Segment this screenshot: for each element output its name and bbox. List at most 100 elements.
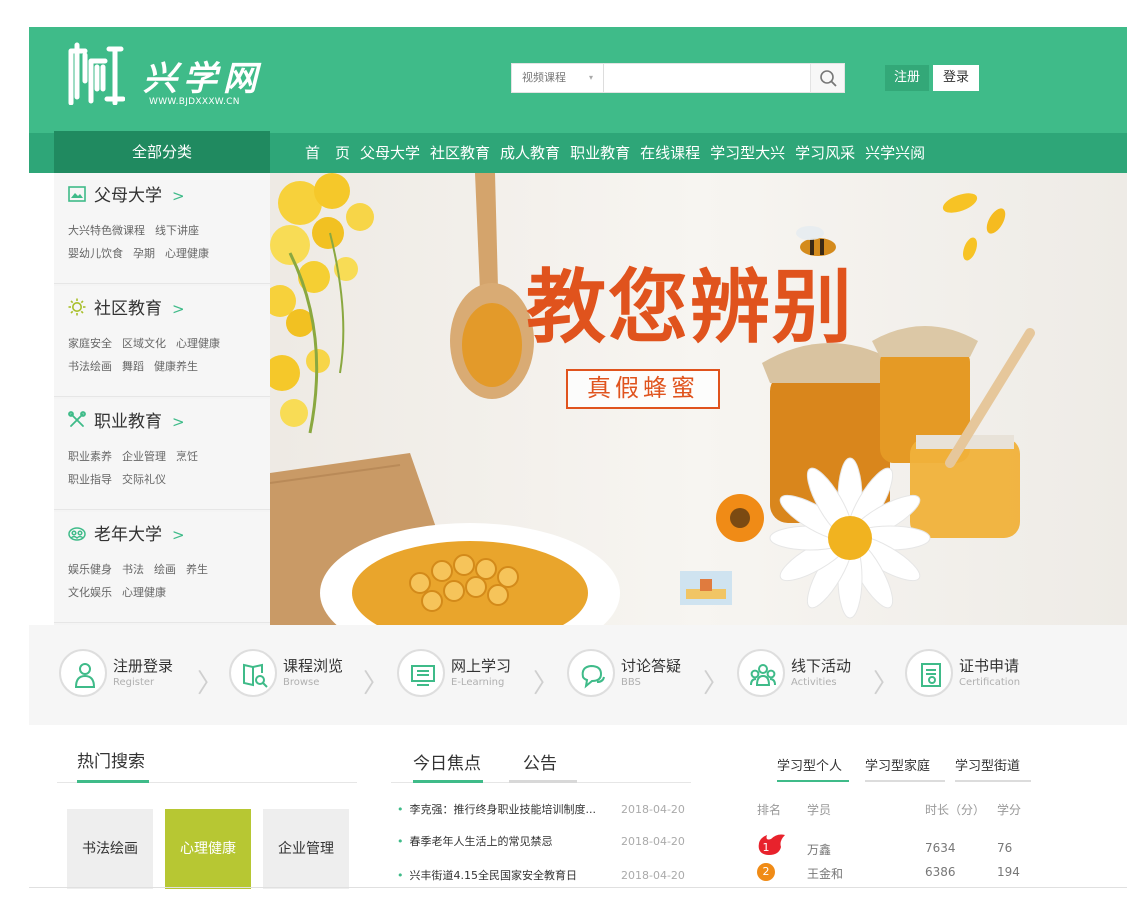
news-title: 春季老年人生活上的常见禁忌 [409,835,553,848]
study-duration: 7634 [925,841,956,855]
category-link[interactable]: 心理健康 [176,337,220,350]
site-logo[interactable]: 兴学网 WWW.BJDXXXW.CN [67,41,307,111]
category-links: 大兴特色微课程 线下讲座 婴幼儿饮食 孕期 心理健康 [68,219,264,265]
credits: 76 [997,841,1013,855]
column-header-duration: 时长（分） [925,803,986,817]
tab-learning-family[interactable]: 学习型家庭 [865,755,930,774]
category-link[interactable]: 线下讲座 [155,224,199,237]
bullet-icon: • [397,869,404,882]
news-date: 2018-04-20 [621,835,685,848]
category-links: 娱乐健身 书法 绘画 养生 文化娱乐 心理健康 [68,558,264,604]
category-title-text: 父母大学 [94,186,162,206]
monitor-icon [411,665,435,686]
study-duration: 6386 [925,865,956,879]
news-item[interactable]: • 兴丰街道4.15全民国家安全教育日 2018-04-20 [397,865,693,887]
category-title[interactable]: 职业教育 > [68,407,185,432]
category-title[interactable]: 社区教育 > [68,294,185,319]
category-link[interactable]: 文化娱乐 [68,586,112,599]
nav-item-home[interactable]: 首 页 [305,133,350,173]
category-link[interactable]: 心理健康 [122,586,166,599]
hot-tag-mental-health[interactable]: 心理健康 [165,809,251,889]
logo-name: 兴学网 [143,59,263,99]
banner-thumb-5[interactable] [680,571,732,605]
header: 兴学网 WWW.BJDXXXW.CN 视频课程 ▾ 注册 登录 [29,27,1127,133]
main-nav: 全部分类 首 页 父母大学 社区教育 成人教育 职业教育 在线课程 学习型大兴 … [29,131,1127,175]
column-header-student: 学员 [807,803,832,817]
hot-tag-business-management[interactable]: 企业管理 [263,809,349,889]
category-link[interactable]: 家庭安全 [68,337,112,350]
banner-title: 教您辨别 [526,260,854,354]
search-button[interactable] [810,64,844,92]
news-title: 兴丰街道4.15全民国家安全教育日 [409,869,578,882]
tab-learning-street[interactable]: 学习型街道 [955,755,1020,774]
nav-item-parents-university[interactable]: 父母大学 [360,133,420,173]
category-links: 家庭安全 区域文化 心理健康 书法绘画 舞蹈 健康养生 [68,332,264,378]
category-link[interactable]: 绘画 [154,563,176,576]
tab-today-focus[interactable]: 今日焦点 [413,749,481,774]
nav-item-xingxue-reading[interactable]: 兴学兴阅 [865,133,925,173]
logo-mark-icon [68,42,125,105]
nav-links: 首 页 父母大学 社区教育 成人教育 职业教育 在线课程 学习型大兴 学习风采 … [305,133,935,173]
column-header-credits: 学分 [997,803,1022,817]
nav-item-vocational-education[interactable]: 职业教育 [570,133,630,173]
news-item[interactable]: • 春季老年人生活上的常见禁忌 2018-04-20 [397,831,693,853]
rank-number: 1 [762,841,770,854]
category-link[interactable]: 职业素养 [68,450,112,463]
tab-learning-individual[interactable]: 学习型个人 [777,755,842,774]
step-circle [397,649,445,697]
category-link[interactable]: 企业管理 [122,450,166,463]
search-input[interactable] [606,64,810,92]
category-link[interactable]: 书法 [122,563,144,576]
hero-banner[interactable]: 教您辨别 真假蜂蜜 [270,173,1127,625]
step-certification[interactable]: 证书申请 Certification [905,649,1075,701]
tab-accent [777,780,849,782]
tab-accent-inactive [955,780,1031,782]
category-link[interactable]: 职业指导 [68,473,112,486]
register-button[interactable]: 注册 [885,65,929,91]
category-link[interactable]: 娱乐健身 [68,563,112,576]
chevron-right-icon: > [172,300,185,318]
step-subtitle: Register [113,677,155,688]
nav-item-online-courses[interactable]: 在线课程 [640,133,700,173]
category-link[interactable]: 舞蹈 [122,360,144,373]
news-item[interactable]: • 李克强：推行终身职业技能培训制度... 2018-04-20 [397,799,693,821]
category-sidebar: 父母大学 > 大兴特色微课程 线下讲座 婴幼儿饮食 孕期 心理健康 社区教育 > 家庭安全… [54,173,270,625]
bullet-icon: • [397,835,404,848]
search-category-select[interactable]: 视频课程 ▾ [512,64,604,92]
step-subtitle: Activities [791,677,837,688]
tab-announcements[interactable]: 公告 [523,749,557,774]
nav-item-community-education[interactable]: 社区教育 [430,133,490,173]
category-title[interactable]: 父母大学 > [68,181,185,206]
nav-item-learning-daxing[interactable]: 学习型大兴 [710,133,785,173]
category-link[interactable]: 婴幼儿饮食 [68,247,123,260]
nav-item-adult-education[interactable]: 成人教育 [500,133,560,173]
step-subtitle: E-Learning [451,677,505,688]
flower-cluster-icon [270,173,374,434]
category-link[interactable]: 孕期 [133,247,155,260]
news-panel: 今日焦点 公告 • 李克强：推行终身职业技能培训制度... 2018-04-20 … [391,745,691,895]
category-link[interactable]: 大兴特色微课程 [68,224,145,237]
tools-icon [68,411,86,427]
all-categories-button[interactable]: 全部分类 [54,131,270,175]
page: 兴学网 WWW.BJDXXXW.CN 视频课程 ▾ 注册 登录 全部分类 首 页… [29,27,1127,889]
process-steps: 注册登录 Register 〉 课程浏览 Browse 〉 网上学习 E-Lea… [29,625,1127,725]
category-link[interactable]: 区域文化 [122,337,166,350]
logo-url: WWW.BJDXXXW.CN [149,97,240,107]
category-title-text: 职业教育 [94,412,162,432]
hot-tag-calligraphy[interactable]: 书法绘画 [67,809,153,889]
category-link[interactable]: 书法绘画 [68,360,112,373]
tab-accent-inactive [865,780,945,782]
category-link[interactable]: 养生 [186,563,208,576]
category-title[interactable]: 老年大学 > [68,520,185,545]
step-subtitle: Certification [959,677,1021,688]
category-senior-university: 老年大学 > 娱乐健身 书法 绘画 养生 文化娱乐 心理健康 [54,512,270,623]
category-link[interactable]: 烹饪 [176,450,198,463]
category-link[interactable]: 健康养生 [154,360,198,373]
category-link[interactable]: 交际礼仪 [122,473,166,486]
category-link[interactable]: 心理健康 [165,247,209,260]
login-button[interactable]: 登录 [933,65,979,91]
news-title: 李克强：推行终身职业技能培训制度... [409,803,597,816]
ranking-panel: 学习型个人 学习型家庭 学习型街道 排名 学员 时长（分） 学分 1 万鑫 76… [741,745,1031,895]
nav-item-learning-style[interactable]: 学习风采 [795,133,855,173]
search-category-label: 视频课程 [522,71,566,84]
